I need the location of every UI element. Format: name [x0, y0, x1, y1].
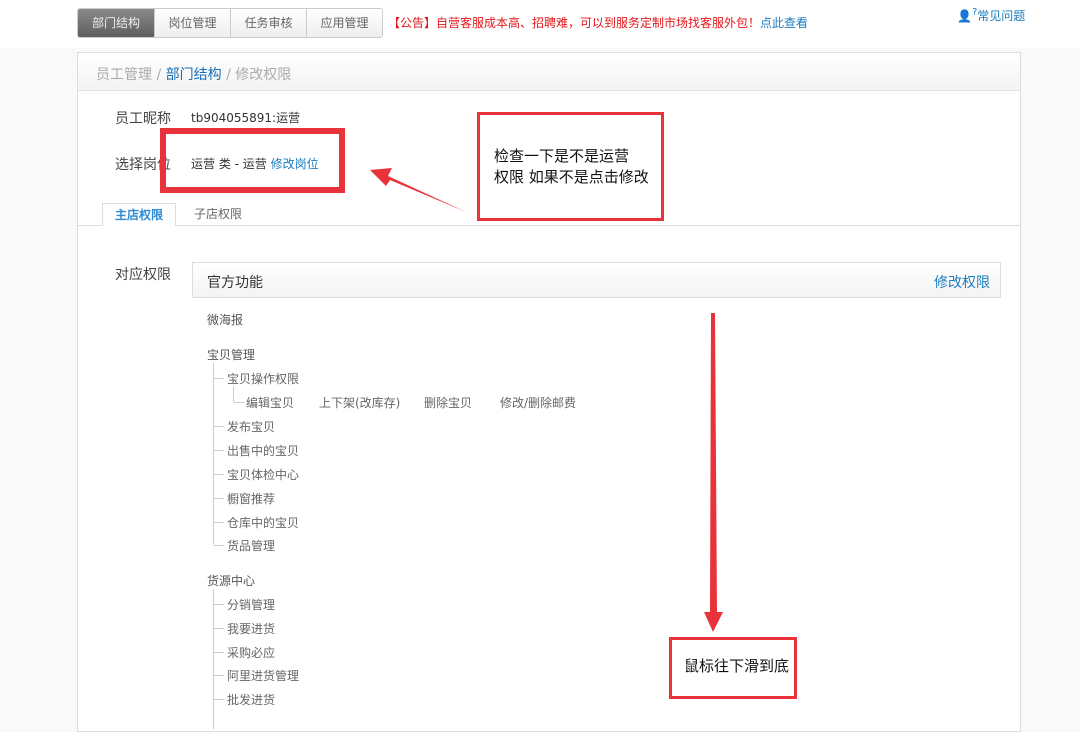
arrow-left-icon	[370, 168, 466, 212]
arrows	[0, 0, 1080, 718]
arrow-down-icon	[704, 313, 723, 632]
